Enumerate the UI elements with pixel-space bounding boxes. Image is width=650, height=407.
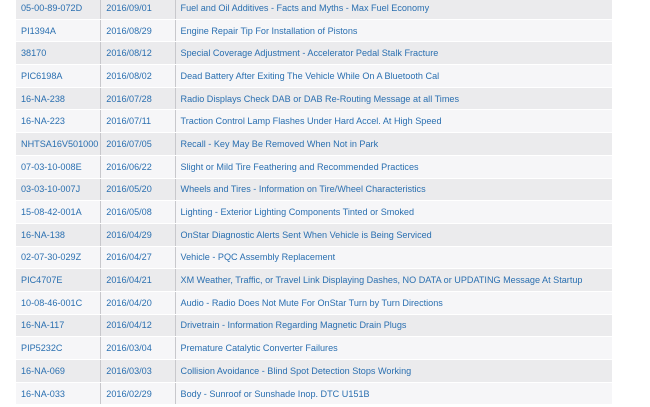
table-row[interactable]: PI1394A 2016/08/29 Engine Repair Tip For I…: [16, 19, 612, 43]
bulletin-title-link[interactable]: Wheels and Tires - Information on Tire/W…: [174, 178, 612, 202]
table-row[interactable]: NHTSA16V501000 2016/07/05 Recall - Key May…: [16, 132, 612, 156]
bulletin-number-link[interactable]: PIC4707E: [16, 268, 101, 292]
bulletin-date-link[interactable]: 2016/08/02: [100, 64, 176, 88]
bulletin-number-link[interactable]: PIC6198A: [16, 64, 101, 88]
bulletin-table: 05-00-89-072D 2016/09/01 Fuel and Oil Addi…: [16, 0, 612, 406]
table-row[interactable]: 16-NA-223 2016/07/11 Traction Control Lamp…: [16, 109, 612, 134]
table-row[interactable]: PIC4707E 2016/04/21 XM Weather, Traffic, o…: [16, 268, 612, 292]
bulletin-number-link[interactable]: NHTSA16V501000: [16, 132, 101, 156]
bulletin-date-link[interactable]: 2016/04/21: [100, 268, 176, 292]
bulletin-title-link[interactable]: Drivetrain - Information Regarding Magne…: [174, 314, 612, 338]
table-row[interactable]: 16-NA-033 2016/02/29 Body - Sunroof or Sun…: [16, 382, 612, 406]
bulletin-date-link[interactable]: 2016/07/28: [100, 87, 176, 111]
table-row[interactable]: 02-07-30-029Z 2016/04/27 Vehicle - PQC Ass…: [16, 246, 612, 270]
bulletin-number-link[interactable]: 16-NA-069: [16, 359, 101, 383]
bulletin-date-link[interactable]: 2016/08/29: [100, 19, 176, 43]
bulletin-title-link[interactable]: Special Coverage Adjustment - Accelerato…: [174, 41, 612, 66]
bulletin-title-link[interactable]: Vehicle - PQC Assembly Replacement: [174, 246, 612, 270]
table-row[interactable]: PIP5232C 2016/03/04 Premature Catalytic Co…: [16, 336, 612, 360]
table-row[interactable]: 15-08-42-001A 2016/05/08 Lighting - Exteri…: [16, 200, 612, 224]
bulletin-date-link[interactable]: 2016/03/04: [100, 336, 176, 360]
bulletin-date-link[interactable]: 2016/08/12: [100, 41, 176, 66]
page: 05-00-89-072D 2016/09/01 Fuel and Oil Addi…: [0, 0, 650, 407]
bulletin-table-wrapper: 05-00-89-072D 2016/09/01 Fuel and Oil Addi…: [16, 0, 612, 406]
bulletin-date-link[interactable]: 2016/05/08: [100, 200, 176, 224]
bulletin-title-link[interactable]: Fuel and Oil Additives - Facts and Myths…: [174, 0, 612, 20]
bulletin-number-link[interactable]: 16-NA-223: [16, 109, 101, 134]
right-margin: [612, 0, 650, 407]
bulletin-number-link[interactable]: PIP5232C: [16, 336, 101, 360]
bulletin-title-link[interactable]: XM Weather, Traffic, or Travel Link Disp…: [174, 268, 612, 292]
bulletin-number-link[interactable]: 07-03-10-008E: [16, 155, 101, 179]
table-row[interactable]: 10-08-46-001C 2016/04/20 Audio - Radio Doe…: [16, 291, 612, 315]
bulletin-number-link[interactable]: 16-NA-138: [16, 223, 101, 247]
bulletin-number-link[interactable]: 03-03-10-007J: [16, 178, 101, 202]
table-row[interactable]: 38170 2016/08/12 Special Coverage Adjustme…: [16, 41, 612, 66]
bulletin-date-link[interactable]: 2016/04/29: [100, 223, 176, 247]
bulletin-title-link[interactable]: Traction Control Lamp Flashes Under Hard…: [174, 109, 612, 134]
bulletin-date-link[interactable]: 2016/03/03: [100, 359, 176, 383]
bulletin-date-link[interactable]: 2016/04/20: [100, 291, 176, 315]
bulletin-number-link[interactable]: 05-00-89-072D: [16, 0, 101, 20]
bulletin-date-link[interactable]: 2016/07/05: [100, 132, 176, 156]
table-row[interactable]: PIC6198A 2016/08/02 Dead Battery After Exi…: [16, 64, 612, 88]
bulletin-date-link[interactable]: 2016/06/22: [100, 155, 176, 179]
table-row[interactable]: 16-NA-138 2016/04/29 OnStar Diagnostic Ale…: [16, 223, 612, 247]
bulletin-number-link[interactable]: 16-NA-238: [16, 87, 101, 111]
bulletin-number-link[interactable]: 15-08-42-001A: [16, 200, 101, 224]
table-row[interactable]: 03-03-10-007J 2016/05/20 Wheels and Tires …: [16, 178, 612, 202]
bulletin-title-link[interactable]: OnStar Diagnostic Alerts Sent When Vehic…: [174, 223, 612, 247]
bulletin-date-link[interactable]: 2016/04/12: [100, 314, 176, 338]
table-row[interactable]: 05-00-89-072D 2016/09/01 Fuel and Oil Addi…: [16, 0, 612, 20]
bulletin-title-link[interactable]: Collision Avoidance - Blind Spot Detecti…: [174, 359, 612, 383]
table-row[interactable]: 16-NA-238 2016/07/28 Radio Displays Check …: [16, 87, 612, 111]
bulletin-title-link[interactable]: Slight or Mild Tire Feathering and Recom…: [174, 155, 612, 179]
bulletin-date-link[interactable]: 2016/09/01: [100, 0, 176, 20]
bulletin-title-link[interactable]: Engine Repair Tip For Installation of Pi…: [174, 19, 612, 43]
bulletin-title-link[interactable]: Body - Sunroof or Sunshade Inop. DTC U15…: [174, 382, 612, 406]
bulletin-number-link[interactable]: 16-NA-033: [16, 382, 101, 406]
bulletin-title-link[interactable]: Premature Catalytic Converter Failures: [174, 336, 612, 360]
bulletin-title-link[interactable]: Dead Battery After Exiting The Vehicle W…: [174, 64, 612, 88]
bulletin-number-link[interactable]: PI1394A: [16, 19, 101, 43]
bulletin-table-body: 05-00-89-072D 2016/09/01 Fuel and Oil Addi…: [16, 0, 612, 406]
table-row[interactable]: 16-NA-069 2016/03/03 Collision Avoidance -…: [16, 359, 612, 383]
bulletin-number-link[interactable]: 16-NA-117: [16, 314, 101, 338]
bulletin-title-link[interactable]: Audio - Radio Does Not Mute For OnStar T…: [174, 291, 612, 315]
bulletin-number-link[interactable]: 38170: [16, 41, 101, 66]
bulletin-date-link[interactable]: 2016/02/29: [100, 382, 176, 406]
bulletin-title-link[interactable]: Lighting - Exterior Lighting Components …: [174, 200, 612, 224]
bulletin-title-link[interactable]: Recall - Key May Be Removed When Not in …: [174, 132, 612, 156]
bulletin-number-link[interactable]: 10-08-46-001C: [16, 291, 101, 315]
bulletin-number-link[interactable]: 02-07-30-029Z: [16, 246, 101, 270]
bulletin-date-link[interactable]: 2016/04/27: [100, 246, 176, 270]
table-row[interactable]: 16-NA-117 2016/04/12 Drivetrain - Informat…: [16, 314, 612, 338]
bulletin-date-link[interactable]: 2016/05/20: [100, 178, 176, 202]
bulletin-date-link[interactable]: 2016/07/11: [100, 109, 176, 134]
bulletin-title-link[interactable]: Radio Displays Check DAB or DAB Re-Routi…: [174, 87, 612, 111]
table-row[interactable]: 07-03-10-008E 2016/06/22 Slight or Mild Ti…: [16, 155, 612, 179]
